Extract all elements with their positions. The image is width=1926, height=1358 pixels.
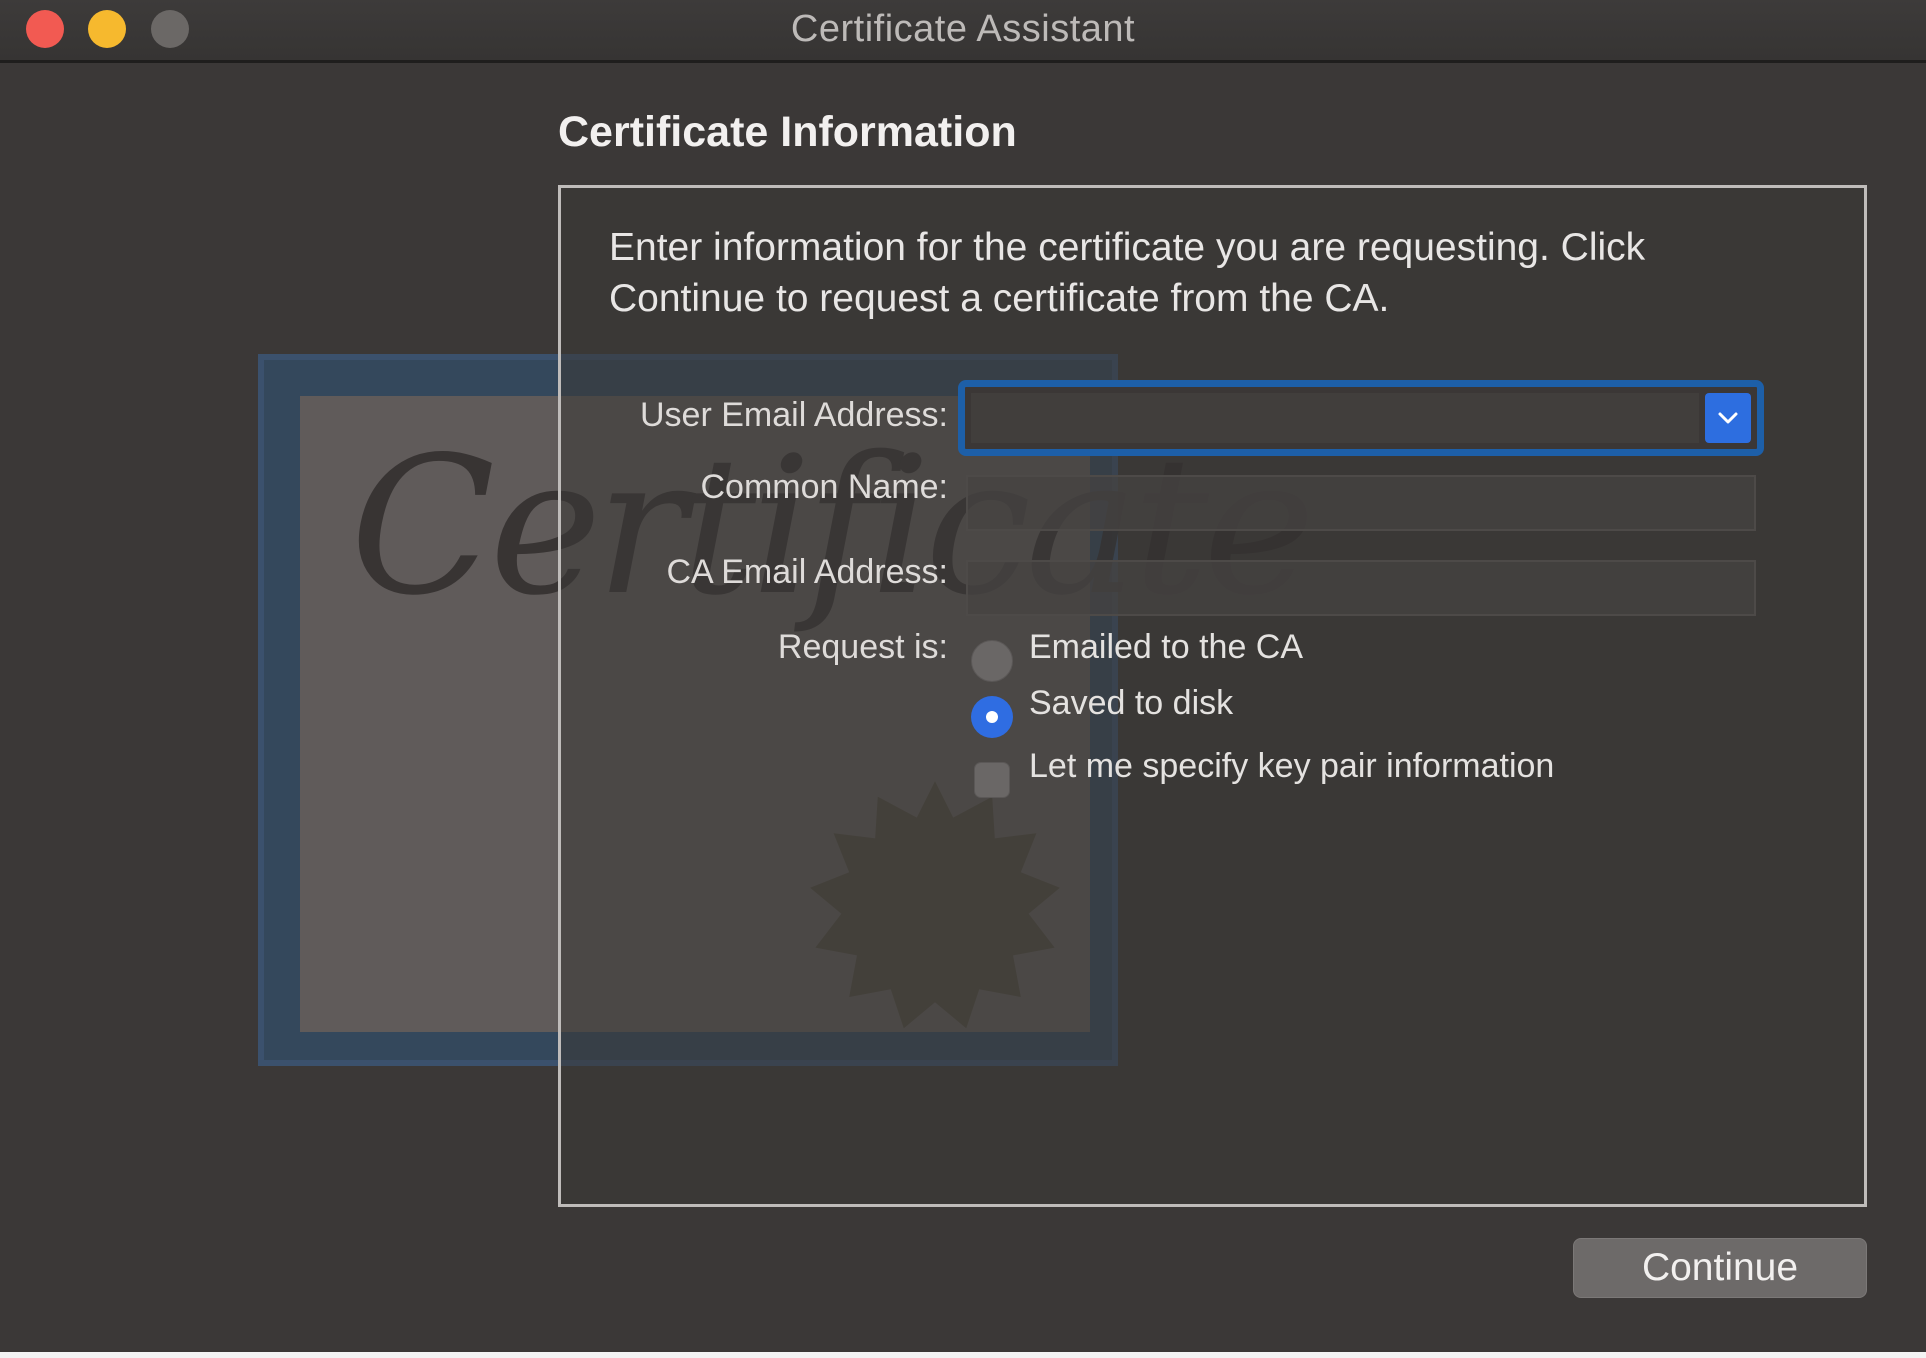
continue-button[interactable]: Continue — [1573, 1238, 1867, 1298]
common-name-field[interactable] — [966, 475, 1756, 531]
window-bottom-edge — [0, 1352, 1926, 1358]
user-email-label: User Email Address: — [640, 396, 948, 434]
chevron-down-icon — [1718, 412, 1738, 424]
emailed-to-ca-radio[interactable] — [971, 640, 1013, 682]
key-pair-checkbox-label[interactable]: Let me specify key pair information — [1029, 747, 1554, 786]
request-is-label: Request is: — [777, 628, 948, 666]
saved-to-disk-radio[interactable] — [971, 696, 1013, 738]
form-panel: Enter information for the certificate yo… — [558, 185, 1867, 1207]
key-pair-checkbox[interactable] — [974, 762, 1010, 798]
intro-text: Enter information for the certificate yo… — [609, 226, 1646, 320]
ca-email-field[interactable] — [966, 560, 1756, 616]
emailed-to-ca-label[interactable]: Emailed to the CA — [1029, 628, 1303, 667]
ca-email-label: CA Email Address: — [666, 553, 948, 591]
section-title: Certificate Information — [558, 108, 1017, 156]
radio-selected-dot — [986, 711, 998, 723]
user-email-dropdown-button[interactable] — [1705, 393, 1751, 443]
window-title: Certificate Assistant — [790, 8, 1136, 50]
common-name-label: Common Name: — [700, 468, 948, 506]
user-email-combobox[interactable] — [958, 380, 1764, 456]
saved-to-disk-label[interactable]: Saved to disk — [1029, 684, 1233, 723]
user-email-input[interactable] — [971, 393, 1699, 443]
certificate-assistant-window: Certificate Assistant Certificate Certif… — [0, 0, 1926, 1358]
title-bar[interactable]: Certificate Assistant — [0, 0, 1926, 63]
